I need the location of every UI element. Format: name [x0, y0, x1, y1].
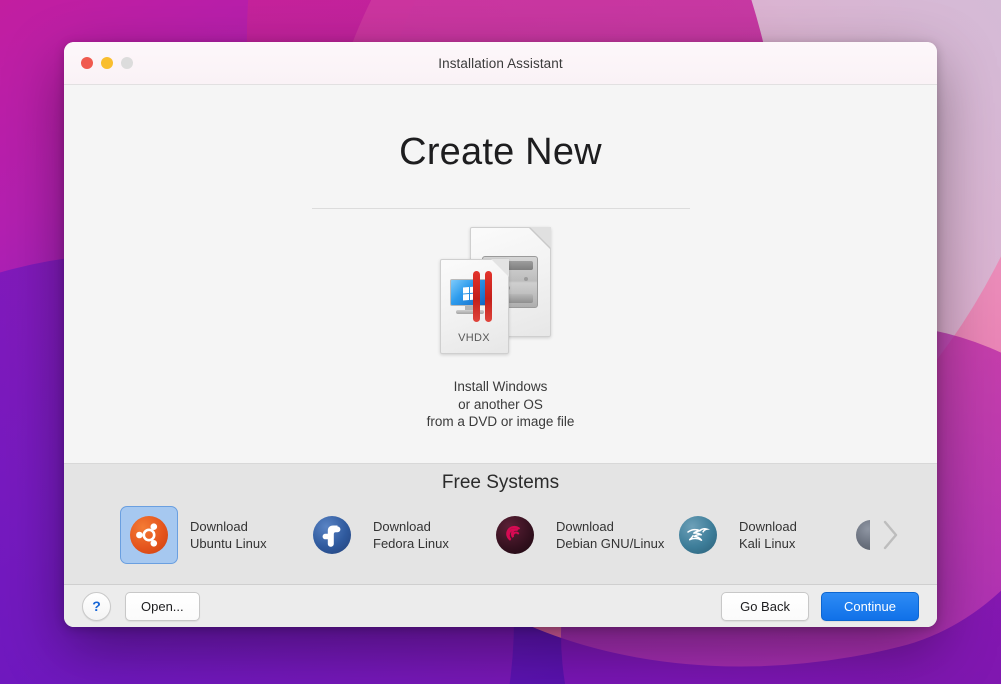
os-label-fedora: Download Fedora Linux [373, 518, 449, 552]
os-name-kali: Kali Linux [739, 536, 796, 551]
caption-line-3: from a DVD or image file [426, 414, 575, 429]
free-systems-list: Download Ubuntu Linux Download Fedora Li… [64, 494, 937, 564]
os-name-fedora: Fedora Linux [373, 536, 449, 551]
os-item-debian[interactable]: Download Debian GNU/Linux [486, 506, 669, 564]
caption-line-2: or another OS [458, 396, 543, 412]
os-tile-kali[interactable] [669, 506, 727, 564]
kali-logo-icon [679, 516, 717, 554]
install-image-icon[interactable]: VHDX [426, 227, 576, 362]
os-item-fedora[interactable]: Download Fedora Linux [303, 506, 486, 564]
os-item-ubuntu[interactable]: Download Ubuntu Linux [120, 506, 303, 564]
os-action-kali: Download [739, 519, 797, 534]
installation-assistant-window: Installation Assistant Create New VHDX I… [64, 42, 937, 627]
parallels-bar-left [472, 271, 480, 322]
os-name-debian: Debian GNU/Linux [556, 536, 665, 551]
file-type-label: VHDX [458, 332, 490, 344]
help-button[interactable]: ? [82, 591, 111, 621]
chevron-right-icon[interactable] [882, 519, 900, 551]
os-item-partial-next[interactable] [856, 520, 870, 550]
os-action-fedora: Download [373, 519, 431, 534]
os-label-kali: Download Kali Linux [739, 518, 797, 552]
continue-button[interactable]: Continue [820, 591, 919, 621]
debian-logo-icon [496, 516, 534, 554]
hard-disk-screw [523, 277, 528, 281]
os-item-kali[interactable]: Download Kali Linux [669, 506, 852, 564]
toolbar-actions: Go Back Continue [721, 591, 919, 621]
page-title: Create New [399, 131, 602, 173]
os-tile-fedora[interactable] [303, 506, 361, 564]
page-fold-corner [529, 227, 551, 248]
create-new-panel: Create New VHDX Install Windows or anoth… [64, 85, 937, 464]
open-button[interactable]: Open... [125, 591, 200, 621]
os-tile-debian[interactable] [486, 506, 544, 564]
fedora-logo-icon [313, 516, 351, 554]
caption-line-1: Install Windows [453, 379, 548, 394]
title-divider [311, 208, 690, 209]
os-tile-ubuntu[interactable] [120, 506, 178, 564]
parallels-bar-right [484, 271, 492, 322]
go-back-button[interactable]: Go Back [721, 591, 809, 621]
os-list-scroll-zone [856, 519, 900, 551]
os-name-ubuntu: Ubuntu Linux [190, 536, 267, 551]
install-description: Install Windows or another OS from a DVD… [64, 378, 937, 431]
free-systems-panel: Free Systems Download Ubuntu Linux Downl… [64, 464, 937, 585]
window-title: Installation Assistant [438, 55, 563, 71]
free-systems-title: Free Systems [441, 472, 560, 493]
ubuntu-logo-icon [130, 516, 168, 554]
parallels-bars-icon [472, 271, 495, 322]
vhdx-document-icon: VHDX [439, 259, 509, 354]
window-titlebar: Installation Assistant [64, 42, 937, 85]
os-action-debian: Download [556, 519, 614, 534]
os-label-ubuntu: Download Ubuntu Linux [190, 518, 267, 552]
window-toolbar: ? Open... Go Back Continue [64, 585, 937, 627]
partial-logo-icon [856, 520, 870, 550]
os-action-ubuntu: Download [190, 519, 248, 534]
desktop-wallpaper: Installation Assistant Create New VHDX I… [0, 0, 1001, 684]
os-label-debian: Download Debian GNU/Linux [556, 518, 664, 552]
